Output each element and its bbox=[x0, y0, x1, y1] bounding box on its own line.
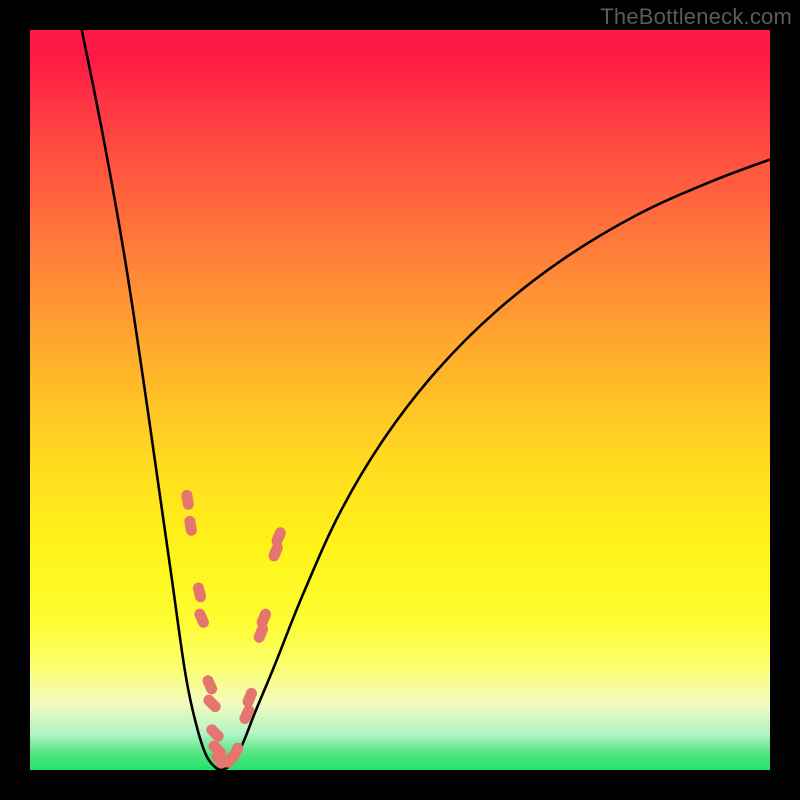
data-marker bbox=[201, 692, 223, 714]
data-marker bbox=[270, 526, 288, 549]
data-marker bbox=[184, 515, 198, 537]
chart-frame: TheBottleneck.com bbox=[0, 0, 800, 800]
data-marker bbox=[241, 686, 259, 709]
data-marker bbox=[193, 607, 211, 630]
data-marker bbox=[201, 674, 219, 697]
plot-area bbox=[30, 30, 770, 770]
curve-right bbox=[221, 160, 770, 771]
data-marker bbox=[255, 607, 273, 630]
curve-left bbox=[82, 30, 221, 770]
data-marker bbox=[192, 581, 208, 603]
data-marker bbox=[181, 489, 195, 511]
data-marker bbox=[204, 722, 226, 744]
watermark-text: TheBottleneck.com bbox=[600, 4, 792, 30]
curve-layer bbox=[30, 30, 770, 770]
